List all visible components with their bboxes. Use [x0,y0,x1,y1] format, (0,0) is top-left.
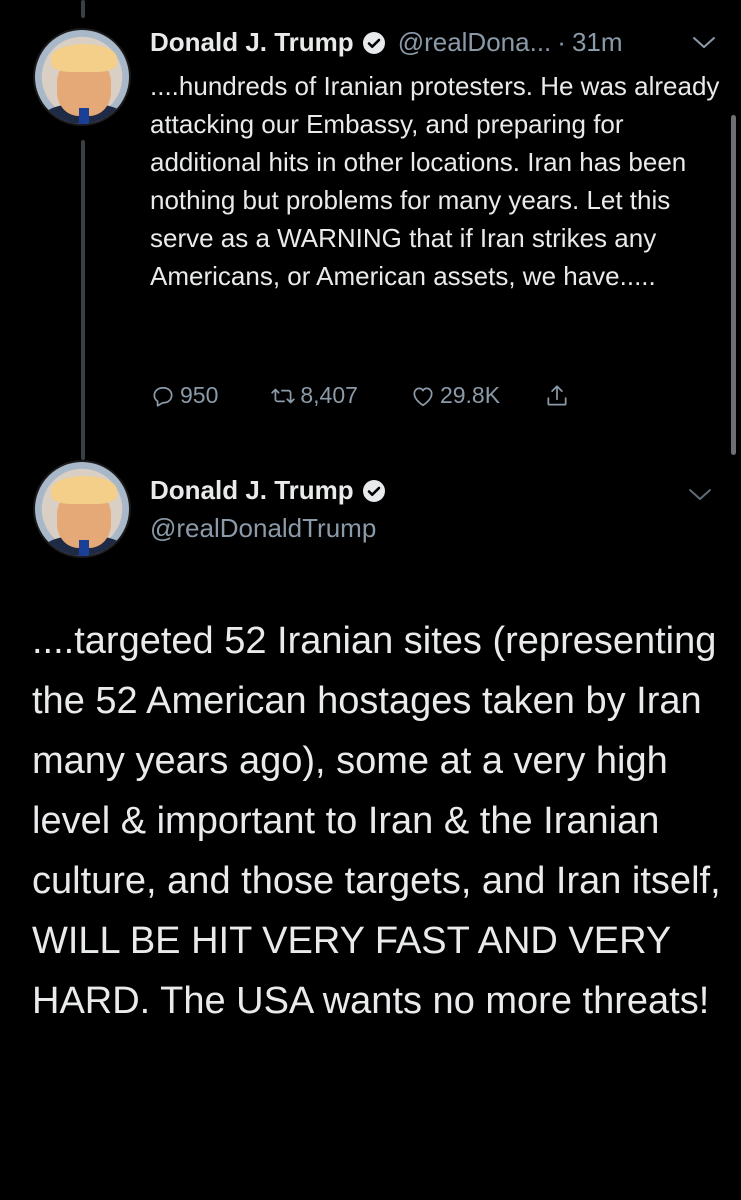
chevron-down-icon[interactable] [688,488,712,502]
verified-icon [362,479,385,502]
separator: · [557,27,566,57]
thread-line-middle [81,140,85,460]
like-button[interactable]: 29.8K [410,382,500,409]
scrollbar[interactable] [731,115,736,455]
avatar[interactable] [33,28,131,126]
chevron-down-icon[interactable] [692,36,716,50]
like-count: 29.8K [439,382,501,408]
tweet-text: ....hundreds of Iranian protesters. He w… [150,71,720,291]
reply-count: 950 [180,382,219,408]
tweet-2-handle-row: @realDonaldTrump [150,513,376,544]
author-name[interactable]: Donald J. Trump [150,27,354,58]
author-handle[interactable]: @realDonaldTrump [150,513,376,544]
share-icon [547,384,567,406]
tweet-actions: 950 8,407 29.8K [150,382,574,409]
reply-icon [153,386,173,407]
reply-button[interactable]: 950 [150,382,218,409]
share-button[interactable] [544,383,574,409]
retweet-button[interactable]: 8,407 [270,382,358,409]
thread-line-top [81,0,85,18]
like-icon [413,387,433,406]
verified-icon [362,31,385,54]
author-handle[interactable]: @realDona... [398,27,552,58]
timestamp[interactable]: 31m [572,27,623,58]
avatar[interactable] [33,460,131,558]
retweet-icon [271,388,296,403]
tweet-2-header: Donald J. Trump [150,475,386,506]
retweet-count: 8,407 [300,382,358,408]
tweet-1-header: Donald J. Trump @realDona... · 31m [150,27,623,58]
tweet-text: ....targeted 52 Iranian sites (represent… [32,620,721,1022]
author-name[interactable]: Donald J. Trump [150,475,354,506]
